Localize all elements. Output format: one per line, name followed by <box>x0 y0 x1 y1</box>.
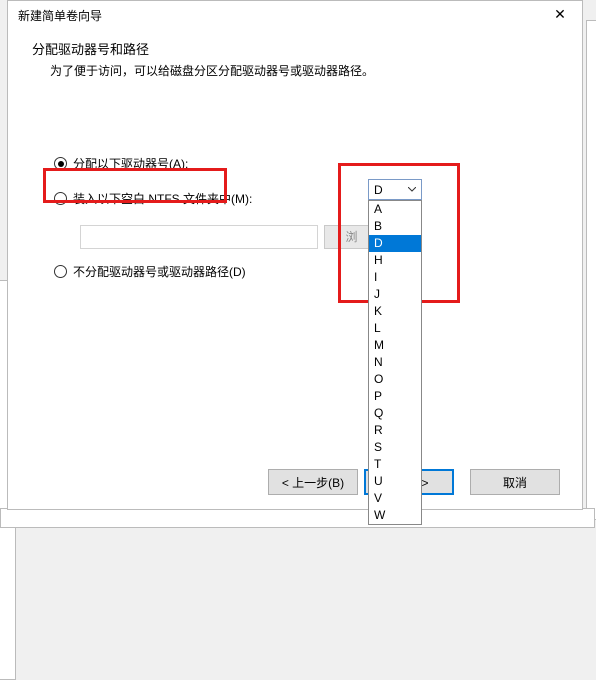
titlebar: 新建简单卷向导 ✕ <box>8 1 582 29</box>
option-mount-folder[interactable]: 装入以下空白 NTFS 文件夹中(M): <box>54 190 542 207</box>
dropdown-item[interactable]: N <box>369 354 421 371</box>
radio-icon <box>54 192 67 205</box>
mount-path-input[interactable] <box>80 225 318 249</box>
dropdown-item[interactable]: O <box>369 371 421 388</box>
option-assign-letter[interactable]: 分配以下驱动器号(A): <box>54 155 542 172</box>
page-heading: 分配驱动器号和路径 <box>32 39 552 58</box>
option-none-label: 不分配驱动器号或驱动器路径(D) <box>73 263 246 280</box>
option-mount-label: 装入以下空白 NTFS 文件夹中(M): <box>73 190 252 207</box>
back-button[interactable]: < 上一步(B) <box>268 469 358 495</box>
dropdown-item[interactable]: H <box>369 252 421 269</box>
dropdown-item[interactable]: W <box>369 507 421 524</box>
drive-letter-select[interactable]: D <box>368 179 422 200</box>
option-assign-label: 分配以下驱动器号(A): <box>73 155 188 172</box>
radio-icon <box>54 157 67 170</box>
dropdown-item[interactable]: Q <box>369 405 421 422</box>
mount-path-row: 浏 <box>54 225 542 249</box>
radio-icon <box>54 265 67 278</box>
dropdown-item[interactable]: V <box>369 490 421 507</box>
dropdown-item[interactable]: I <box>369 269 421 286</box>
dropdown-item[interactable]: D <box>369 235 421 252</box>
wizard-header: 分配驱动器号和路径 为了便于访问，可以给磁盘分区分配驱动器号或驱动器路径。 <box>8 29 582 85</box>
dropdown-item[interactable]: R <box>369 422 421 439</box>
drive-letter-value: D <box>374 183 383 197</box>
close-button[interactable]: ✕ <box>538 1 582 29</box>
wizard-dialog: 新建简单卷向导 ✕ 分配驱动器号和路径 为了便于访问，可以给磁盘分区分配驱动器号… <box>7 0 583 510</box>
dropdown-item[interactable]: U <box>369 473 421 490</box>
dropdown-item[interactable]: P <box>369 388 421 405</box>
dropdown-item[interactable]: K <box>369 303 421 320</box>
dropdown-item[interactable]: S <box>369 439 421 456</box>
wizard-content: 分配以下驱动器号(A): 装入以下空白 NTFS 文件夹中(M): 浏 不分配驱… <box>8 85 582 318</box>
dropdown-item[interactable]: A <box>369 201 421 218</box>
drive-letter-select-wrap: D ABDHIJKLMNOPQRSTUVW <box>368 179 422 200</box>
page-description: 为了便于访问，可以给磁盘分区分配驱动器号或驱动器路径。 <box>32 62 552 79</box>
dropdown-item[interactable]: L <box>369 320 421 337</box>
option-no-assign[interactable]: 不分配驱动器号或驱动器路径(D) <box>54 263 542 280</box>
dropdown-item[interactable]: J <box>369 286 421 303</box>
dropdown-item[interactable]: T <box>369 456 421 473</box>
chevron-down-icon <box>404 180 419 199</box>
dialog-title: 新建简单卷向导 <box>18 7 102 24</box>
dropdown-item[interactable]: B <box>369 218 421 235</box>
drive-letter-dropdown[interactable]: ABDHIJKLMNOPQRSTUVW <box>368 200 422 525</box>
dropdown-item[interactable]: M <box>369 337 421 354</box>
cancel-button[interactable]: 取消 <box>470 469 560 495</box>
